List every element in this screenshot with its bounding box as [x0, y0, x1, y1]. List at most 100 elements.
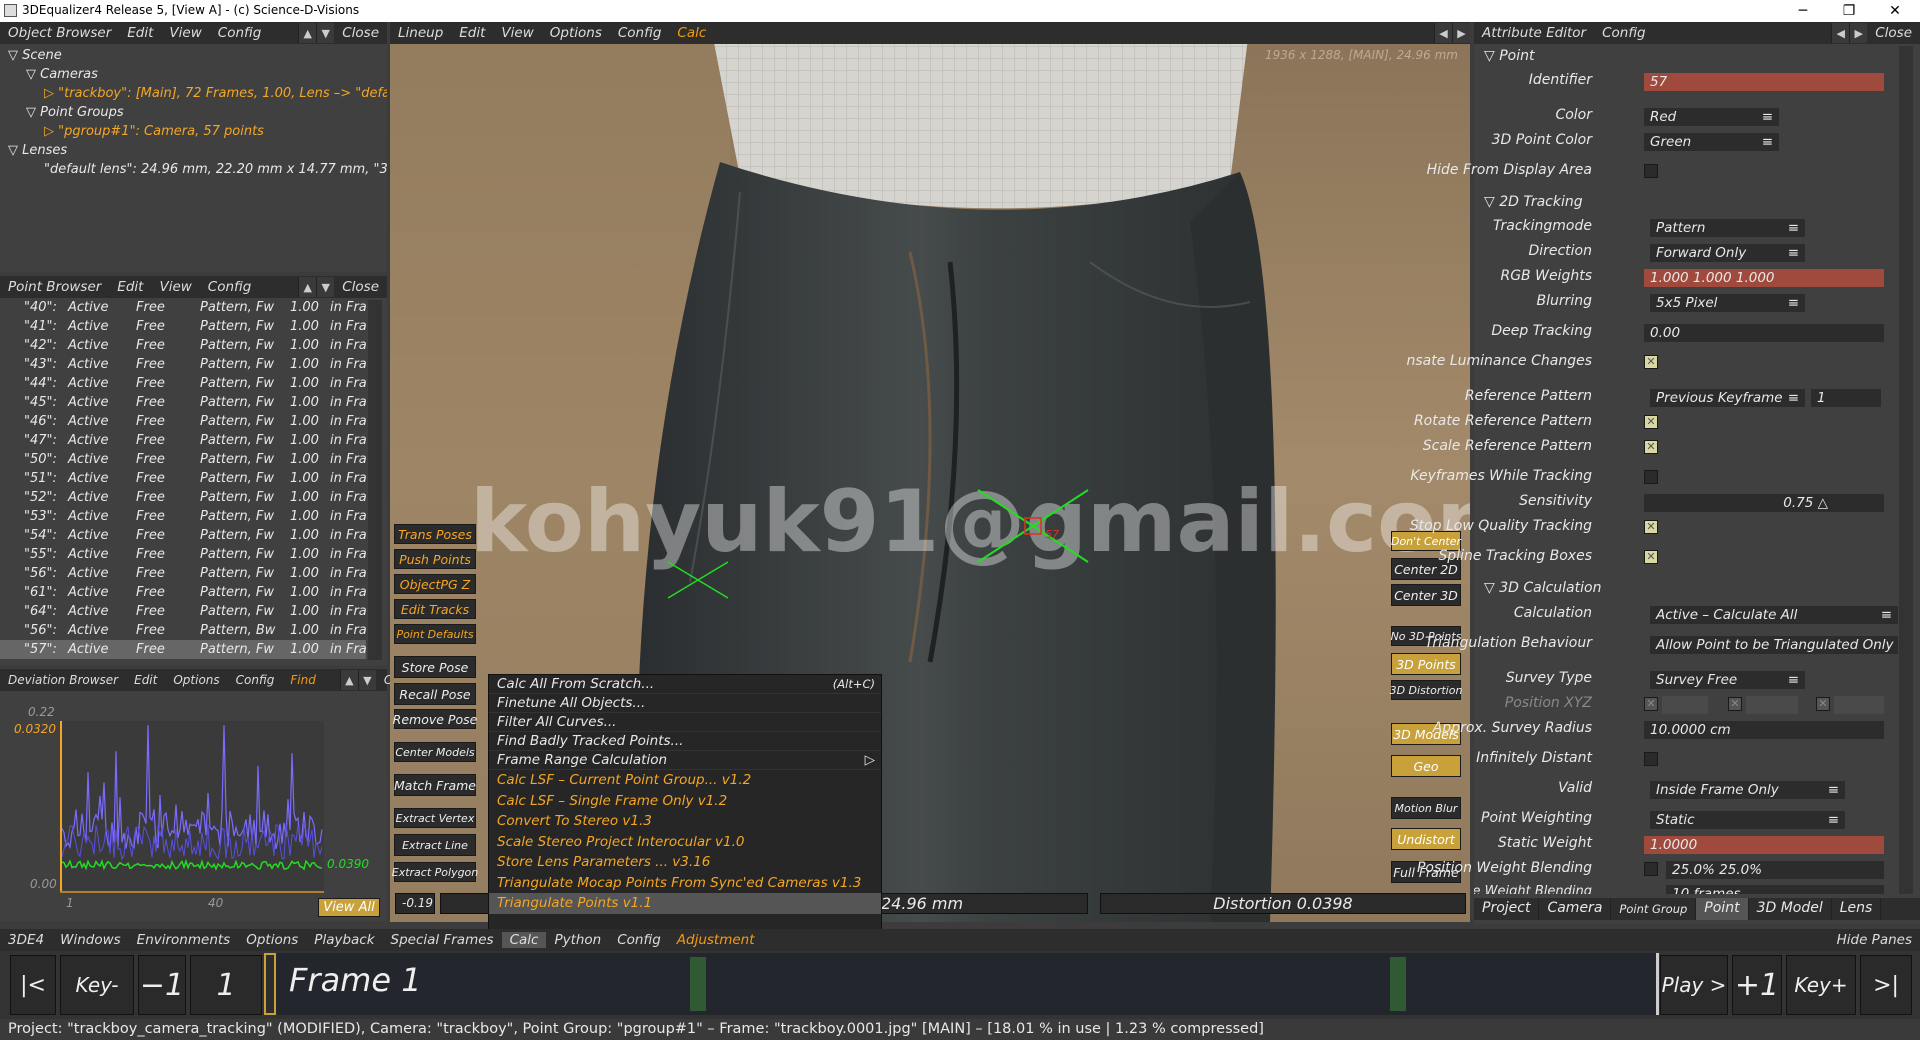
direction-dropdown[interactable]: Forward Only — [1650, 244, 1805, 262]
pos-x-field[interactable] — [1662, 696, 1708, 714]
pos-z-checkbox[interactable]: ✕ — [1816, 697, 1830, 711]
trackingmode-dropdown[interactable]: Pattern — [1650, 219, 1805, 237]
tree-node[interactable]: ▷ "pgroup#1": Camera, 57 points — [8, 122, 387, 141]
table-row[interactable]: "46": Active Free Pattern, Fw 1.00 in Fra — [0, 412, 367, 431]
menu-object-browser[interactable]: Object Browser — [0, 25, 119, 41]
menu-config[interactable]: Config — [200, 279, 260, 295]
timeline-scrubber[interactable]: Frame 1 — [264, 953, 1659, 1015]
section-point[interactable]: ▽ Point — [1484, 48, 1534, 64]
stoplow-checkbox[interactable]: ✕ — [1644, 520, 1658, 534]
tree-node[interactable]: ▽ Scene — [8, 46, 387, 65]
menu-edit[interactable]: Edit — [109, 279, 151, 295]
pos-y-field[interactable] — [1746, 696, 1798, 714]
chevron-left-icon[interactable]: ◀ — [1434, 23, 1452, 43]
menu-config[interactable]: Config — [1594, 25, 1654, 41]
menu-3de4[interactable]: 3DE4 — [0, 932, 52, 948]
trans-poses-button[interactable]: Trans Poses — [394, 524, 476, 544]
frame-number-field[interactable]: 1 — [190, 955, 262, 1015]
finetune-all-objects[interactable]: Finetune All Objects... — [489, 694, 881, 713]
extract-polygon-button[interactable]: Extract Polygon — [392, 862, 478, 882]
remove-pose-button[interactable]: Remove Pose — [393, 709, 477, 729]
store-pose-button[interactable]: Store Pose — [394, 656, 476, 678]
calc-script-item[interactable]: Calc LSF – Single Frame Only v1.2 — [489, 791, 881, 812]
tab-point-group[interactable]: Point Group — [1611, 898, 1697, 920]
table-row[interactable]: "47": Active Free Pattern, Fw 1.00 in Fra — [0, 431, 367, 450]
luminance-checkbox[interactable]: ✕ — [1644, 355, 1658, 369]
calc-script-item[interactable]: Triangulate Points v1.1 — [489, 893, 881, 914]
calculation-dropdown[interactable]: Active – Calculate All — [1650, 606, 1898, 624]
menu-config[interactable]: Config — [609, 932, 669, 948]
color3d-dropdown[interactable]: Green — [1644, 133, 1779, 151]
3d-points-button[interactable]: 3D Points — [1391, 653, 1461, 675]
menu-lineup[interactable]: Lineup — [390, 25, 451, 41]
tree-node[interactable]: ▷ "trackboy": [Main], 72 Frames, 1.00, L… — [8, 84, 387, 103]
table-row[interactable]: "45": Active Free Pattern, Fw 1.00 in Fra — [0, 393, 367, 412]
attribute-close[interactable]: Close — [1867, 25, 1920, 41]
radius-field[interactable]: 10.0000 cm — [1644, 721, 1884, 739]
timeline-cursor[interactable] — [264, 953, 276, 1015]
menu-options[interactable]: Options — [165, 673, 227, 687]
menu-adjustment[interactable]: Adjustment — [669, 932, 763, 948]
close-window-button[interactable]: ✕ — [1872, 0, 1918, 22]
menu-options[interactable]: Options — [238, 932, 306, 948]
table-row[interactable]: "52": Active Free Pattern, Fw 1.00 in Fra — [0, 488, 367, 507]
menu-view[interactable]: View — [161, 25, 209, 41]
geo-button[interactable]: Geo — [1391, 755, 1461, 777]
valid-dropdown[interactable]: Inside Frame Only — [1650, 781, 1845, 799]
attribute-scrollbar[interactable] — [1899, 46, 1913, 894]
objectpg-z-button[interactable]: ObjectPG Z — [394, 574, 476, 594]
refpat-dropdown[interactable]: Previous Keyframe — [1650, 389, 1805, 407]
calc-script-item[interactable]: Triangulate Mocap Points From Sync'ed Ca… — [489, 873, 881, 894]
calc-script-item[interactable]: Store Lens Parameters ... v3.16 — [489, 852, 881, 873]
menu-deviation-browser[interactable]: Deviation Browser — [0, 673, 126, 687]
table-row[interactable]: "64": Active Free Pattern, Fw 1.00 in Fra — [0, 602, 367, 621]
chevron-up-icon[interactable]: ▲ — [298, 23, 317, 43]
pos-y-checkbox[interactable]: ✕ — [1728, 697, 1742, 711]
point-browser-close[interactable]: Close — [334, 279, 387, 295]
menu-calc-main[interactable]: Calc — [501, 932, 547, 948]
menu-calc[interactable]: Calc — [669, 25, 714, 41]
extract-line-button[interactable]: Extract Line — [394, 834, 476, 856]
chevron-down-icon[interactable]: ▼ — [316, 277, 335, 297]
calc-all-from-scratch[interactable]: Calc All From Scratch... (Alt+C) — [489, 675, 881, 694]
deep-tracking-slider[interactable]: 0.00 — [1644, 324, 1884, 342]
menu-windows[interactable]: Windows — [52, 932, 129, 948]
table-row[interactable]: "54": Active Free Pattern, Fw 1.00 in Fra — [0, 526, 367, 545]
menu-edit[interactable]: Edit — [126, 673, 165, 687]
table-row[interactable]: "42": Active Free Pattern, Fw 1.00 in Fra — [0, 336, 367, 355]
step-back-button[interactable]: −1 — [138, 955, 186, 1015]
menu-find[interactable]: Find — [282, 673, 323, 687]
spline-checkbox[interactable]: ✕ — [1644, 550, 1658, 564]
filter-all-curves[interactable]: Filter All Curves... — [489, 713, 881, 732]
extract-vertex-button[interactable]: Extract Vertex — [394, 808, 476, 828]
tree-node[interactable]: ▽ Lenses — [8, 141, 387, 160]
calc-script-item[interactable]: Convert To Stereo v1.3 — [489, 811, 881, 832]
tab-project[interactable]: Project — [1474, 898, 1540, 920]
survey-dropdown[interactable]: Survey Free — [1650, 671, 1805, 689]
rgb-field[interactable]: 1.000 1.000 1.000 — [1644, 269, 1884, 287]
key-prev-button[interactable]: Key- — [60, 955, 134, 1015]
hide-panes-button[interactable]: Hide Panes — [1829, 932, 1920, 948]
key-next-button[interactable]: Key+ — [1786, 955, 1856, 1015]
section-2d-tracking[interactable]: ▽ 2D Tracking — [1484, 194, 1583, 210]
motion-blur-button[interactable]: Motion Blur — [1391, 797, 1461, 819]
tab-3d-model[interactable]: 3D Model — [1749, 898, 1832, 920]
table-row[interactable]: "53": Active Free Pattern, Fw 1.00 in Fra — [0, 507, 367, 526]
undistort-button[interactable]: Undistort — [1391, 828, 1461, 850]
recall-pose-button[interactable]: Recall Pose — [394, 683, 476, 705]
chevron-down-icon[interactable]: ▼ — [357, 670, 376, 690]
step-forward-button[interactable]: +1 — [1732, 955, 1782, 1015]
value-field[interactable]: -0.19 — [395, 893, 435, 914]
refpat-num-field[interactable]: 1 — [1811, 389, 1881, 407]
chevron-up-icon[interactable]: ▲ — [339, 670, 358, 690]
triangulation-dropdown[interactable]: Allow Point to be Triangulated Only — [1650, 636, 1898, 654]
table-row[interactable]: "51": Active Free Pattern, Fw 1.00 in Fra — [0, 469, 367, 488]
color-dropdown[interactable]: Red — [1644, 108, 1779, 126]
table-row[interactable]: "43": Active Free Pattern, Fw 1.00 in Fra — [0, 355, 367, 374]
maximize-button[interactable]: ❐ — [1826, 0, 1872, 22]
menu-attribute-editor[interactable]: Attribute Editor — [1474, 25, 1594, 41]
goto-start-button[interactable]: |< — [10, 955, 56, 1015]
calc-script-item[interactable]: Calc LSF – Current Point Group... v1.2 — [489, 770, 881, 791]
identifier-field[interactable]: 57 — [1644, 73, 1884, 91]
menu-config[interactable]: Config — [228, 673, 283, 687]
